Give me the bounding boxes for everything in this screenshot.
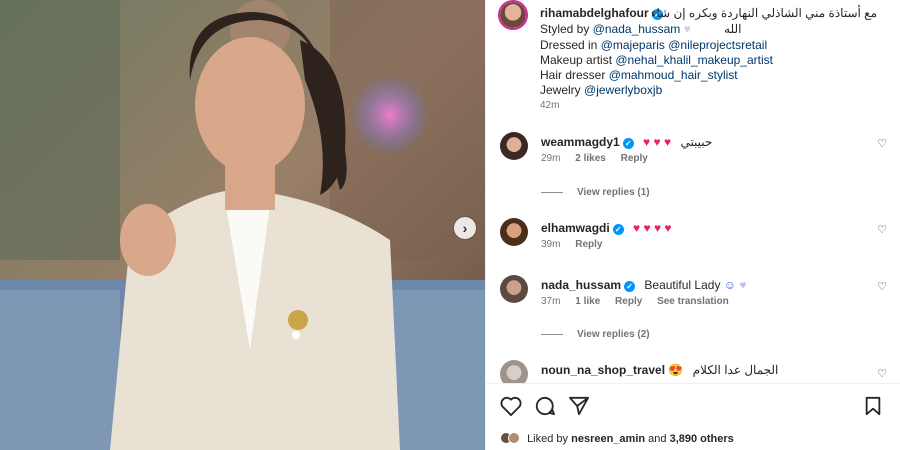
liked-by-label: Liked by xyxy=(527,433,569,445)
heart-emoji-icon: ♥ xyxy=(683,22,691,36)
comment-likes[interactable]: 2 likes xyxy=(575,153,606,164)
mention-link[interactable]: @jewerlyboxjb xyxy=(584,83,662,97)
post-image[interactable]: › xyxy=(0,0,485,450)
verified-icon: ✓ xyxy=(612,224,624,235)
reply-button[interactable]: Reply xyxy=(621,153,648,164)
view-replies-label[interactable]: View replies (2) xyxy=(577,329,650,340)
mention-link[interactable]: @majeparis xyxy=(601,38,665,52)
makeup-label: Makeup artist xyxy=(540,53,613,67)
view-replies-button[interactable]: View replies (2) xyxy=(541,329,650,340)
view-replies-label[interactable]: View replies (1) xyxy=(577,187,650,198)
comment-body: weammagdy1 ✓ ♥ ♥ ♥ حبيبتي xyxy=(541,135,712,149)
bookmark-icon[interactable] xyxy=(864,396,882,421)
comment-hearts: ♥ ♥ ♥ ♥ xyxy=(633,221,672,235)
likes-count[interactable]: 3,890 others xyxy=(670,433,734,445)
comment-hearts: ♥ ♥ ♥ xyxy=(643,135,672,149)
avatar[interactable] xyxy=(500,132,528,160)
action-bar: Liked by nesreen_amin and 3,890 others xyxy=(486,383,900,450)
caption-arabic-text-2: الله xyxy=(724,22,742,36)
liked-and-label: and xyxy=(648,433,667,445)
comments-scroll[interactable]: rihamabdelghafour ✓ مع أستاذة مني الشاذلي… xyxy=(486,0,900,383)
post-timestamp[interactable]: 42m xyxy=(540,100,559,111)
styled-by-label: Styled by xyxy=(540,22,590,36)
share-icon[interactable] xyxy=(568,396,590,421)
hair-label: Hair dresser xyxy=(540,68,606,82)
comment-body: noun_na_shop_travel 😍 الجمال عدا الكلام xyxy=(541,363,778,377)
caption-line-jewelry: Jewelry @jewerlyboxjb xyxy=(540,83,662,97)
comment-username[interactable]: noun_na_shop_travel xyxy=(541,363,665,377)
caption-line-styled: Styled by @nada_hussam ♥ الله xyxy=(540,22,742,36)
heart-icon[interactable] xyxy=(500,396,522,421)
caption-username[interactable]: rihamabdelghafour xyxy=(540,6,649,20)
comment-username[interactable]: weammagdy1 xyxy=(541,135,620,149)
comment-text: حبيبتي xyxy=(680,135,713,149)
comment-item: noun_na_shop_travel 😍 الجمال عدا الكلام … xyxy=(500,360,895,383)
comment-item: weammagdy1 ✓ ♥ ♥ ♥ حبيبتي 29m 2 likes Rep… xyxy=(500,132,895,207)
heart-icon[interactable]: ♡ xyxy=(877,367,887,380)
avatar[interactable] xyxy=(500,360,528,383)
comment-meta: 29m 2 likes Reply xyxy=(541,153,660,164)
comment-body: elhamwagdi ✓ ♥ ♥ ♥ ♥ xyxy=(541,221,672,235)
verified-icon: ✓ xyxy=(622,138,634,149)
smile-emoji-icon: ☺ xyxy=(723,278,737,292)
post-detail-panel: rihamabdelghafour ✓ مع أستاذة مني الشاذلي… xyxy=(485,0,900,450)
comment-username[interactable]: elhamwagdi xyxy=(541,221,610,235)
mention-link[interactable]: @mahmoud_hair_stylist xyxy=(609,68,738,82)
comment-icon[interactable] xyxy=(534,396,556,421)
mention-link[interactable]: @nada_hussam xyxy=(593,22,681,36)
heart-icon[interactable]: ♡ xyxy=(877,137,887,150)
caption-arabic-text: مع أستاذة مني الشاذلي النهاردة وبكره إن … xyxy=(650,6,877,20)
avatar[interactable] xyxy=(498,0,528,30)
post-photo-illustration xyxy=(0,0,485,450)
caption-line-hair: Hair dresser @mahmoud_hair_stylist xyxy=(540,68,738,82)
reply-button[interactable]: Reply xyxy=(575,239,602,250)
post-caption: rihamabdelghafour ✓ مع أستاذة مني الشاذلي… xyxy=(498,0,893,120)
avatar[interactable] xyxy=(500,275,528,303)
heart-eyes-emoji-icon: 😍 xyxy=(668,363,684,377)
jewelry-label: Jewelry xyxy=(540,83,581,97)
avatar[interactable] xyxy=(500,218,528,246)
comment-time[interactable]: 39m xyxy=(541,239,560,250)
caption-username-row[interactable]: rihamabdelghafour ✓ xyxy=(540,6,663,20)
comment-text: Beautiful Lady xyxy=(644,278,721,292)
chevron-right-icon[interactable]: › xyxy=(454,217,476,239)
comment-item: elhamwagdi ✓ ♥ ♥ ♥ ♥ 39m Reply ♡ xyxy=(500,218,895,263)
comment-username[interactable]: nada_hussam xyxy=(541,278,621,292)
view-replies-button[interactable]: View replies (1) xyxy=(541,187,650,198)
mention-link[interactable]: @nehal_khalil_makeup_artist xyxy=(615,53,773,67)
reply-button[interactable]: Reply xyxy=(615,296,642,307)
comment-meta: 39m Reply xyxy=(541,239,614,250)
comment-meta: 37m 1 like Reply See translation xyxy=(541,296,741,307)
avatar xyxy=(508,432,520,444)
heart-icon[interactable]: ♡ xyxy=(877,223,887,236)
likes-summary[interactable]: Liked by nesreen_amin and 3,890 others xyxy=(500,432,734,445)
heart-icon[interactable]: ♡ xyxy=(877,280,887,293)
comment-time[interactable]: 29m xyxy=(541,153,560,164)
caption-line-makeup: Makeup artist @nehal_khalil_makeup_artis… xyxy=(540,53,773,67)
verified-icon: ✓ xyxy=(624,281,636,292)
heart-emoji-icon: ♥ xyxy=(739,278,747,292)
mention-link[interactable]: @nileprojectsretail xyxy=(668,38,767,52)
comment-likes[interactable]: 1 like xyxy=(575,296,600,307)
liked-by-username[interactable]: nesreen_amin xyxy=(571,433,645,445)
dressed-label: Dressed in xyxy=(540,38,598,52)
comment-item: nada_hussam ✓ Beautiful Lady ☺ ♥ 37m 1 li… xyxy=(500,275,895,350)
see-translation-button[interactable]: See translation xyxy=(657,296,729,307)
comment-body: nada_hussam ✓ Beautiful Lady ☺ ♥ xyxy=(541,278,747,292)
comment-text: الجمال عدا الكلام xyxy=(692,363,779,377)
caption-line-dressed: Dressed in @majeparis @nileprojectsretai… xyxy=(540,38,767,52)
comment-time[interactable]: 37m xyxy=(541,296,560,307)
